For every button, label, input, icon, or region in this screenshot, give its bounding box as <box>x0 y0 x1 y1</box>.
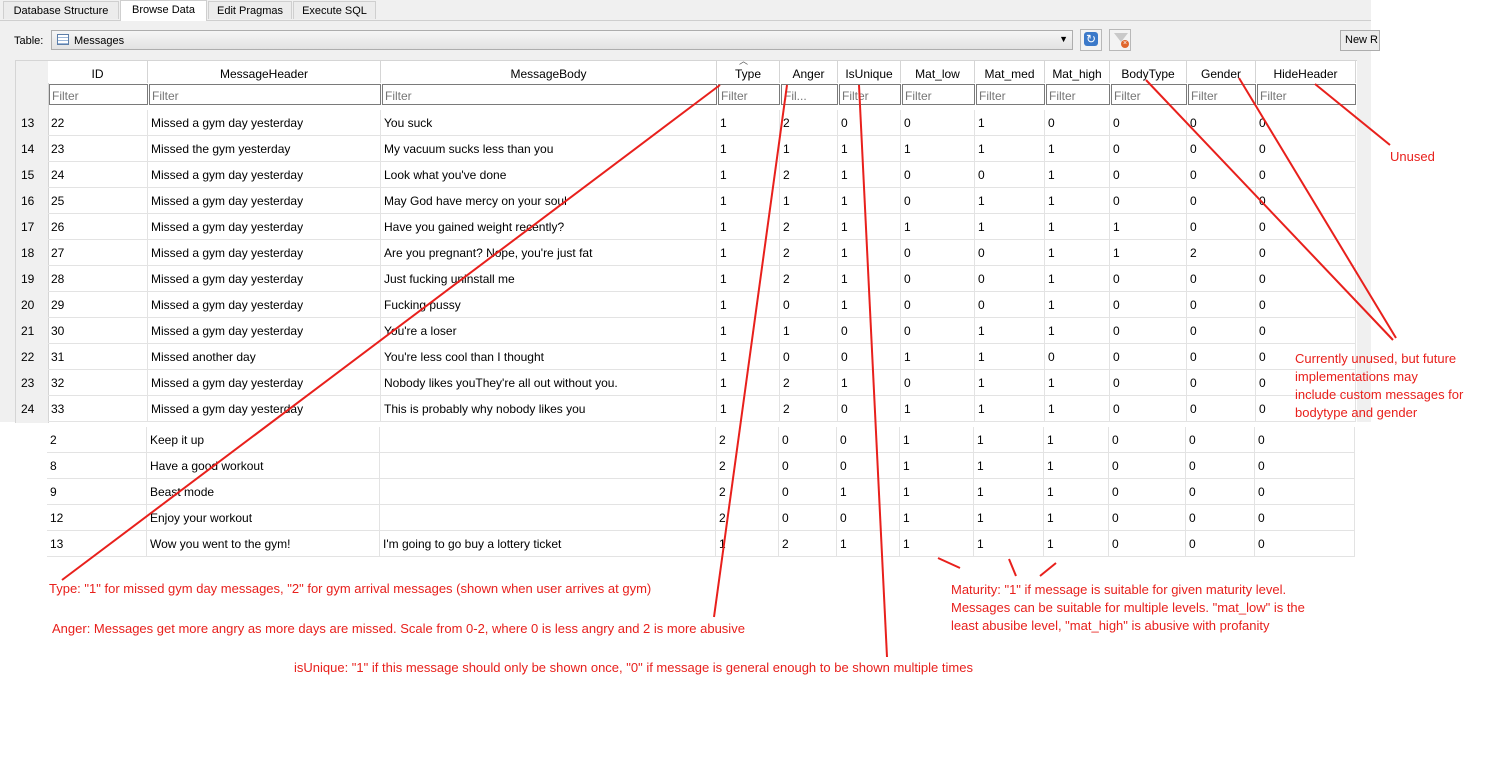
arrow-anger <box>713 84 788 618</box>
arrow-hideheader <box>1314 83 1391 146</box>
annotation-isunique: isUnique: "1" if this message should onl… <box>294 660 973 675</box>
arrow-mat-med <box>1008 558 1017 577</box>
annotation-anger: Anger: Messages get more angry as more d… <box>52 621 745 636</box>
annotation-bodytype-gender: Currently unused, but future implementat… <box>1295 351 1464 420</box>
annotation-maturity: Maturity: "1" if message is suitable for… <box>951 582 1305 633</box>
arrow-mat-low <box>937 557 961 569</box>
arrow-type <box>61 84 721 581</box>
arrow-bodytype <box>1145 79 1394 341</box>
annotation-type: Type: "1" for missed gym day messages, "… <box>49 581 652 596</box>
arrow-gender <box>1238 77 1397 339</box>
annotation-unused: Unused <box>1390 149 1435 164</box>
arrow-mat-high <box>1039 562 1057 577</box>
annotation-arrows <box>61 77 1397 658</box>
arrow-isunique <box>858 84 888 658</box>
